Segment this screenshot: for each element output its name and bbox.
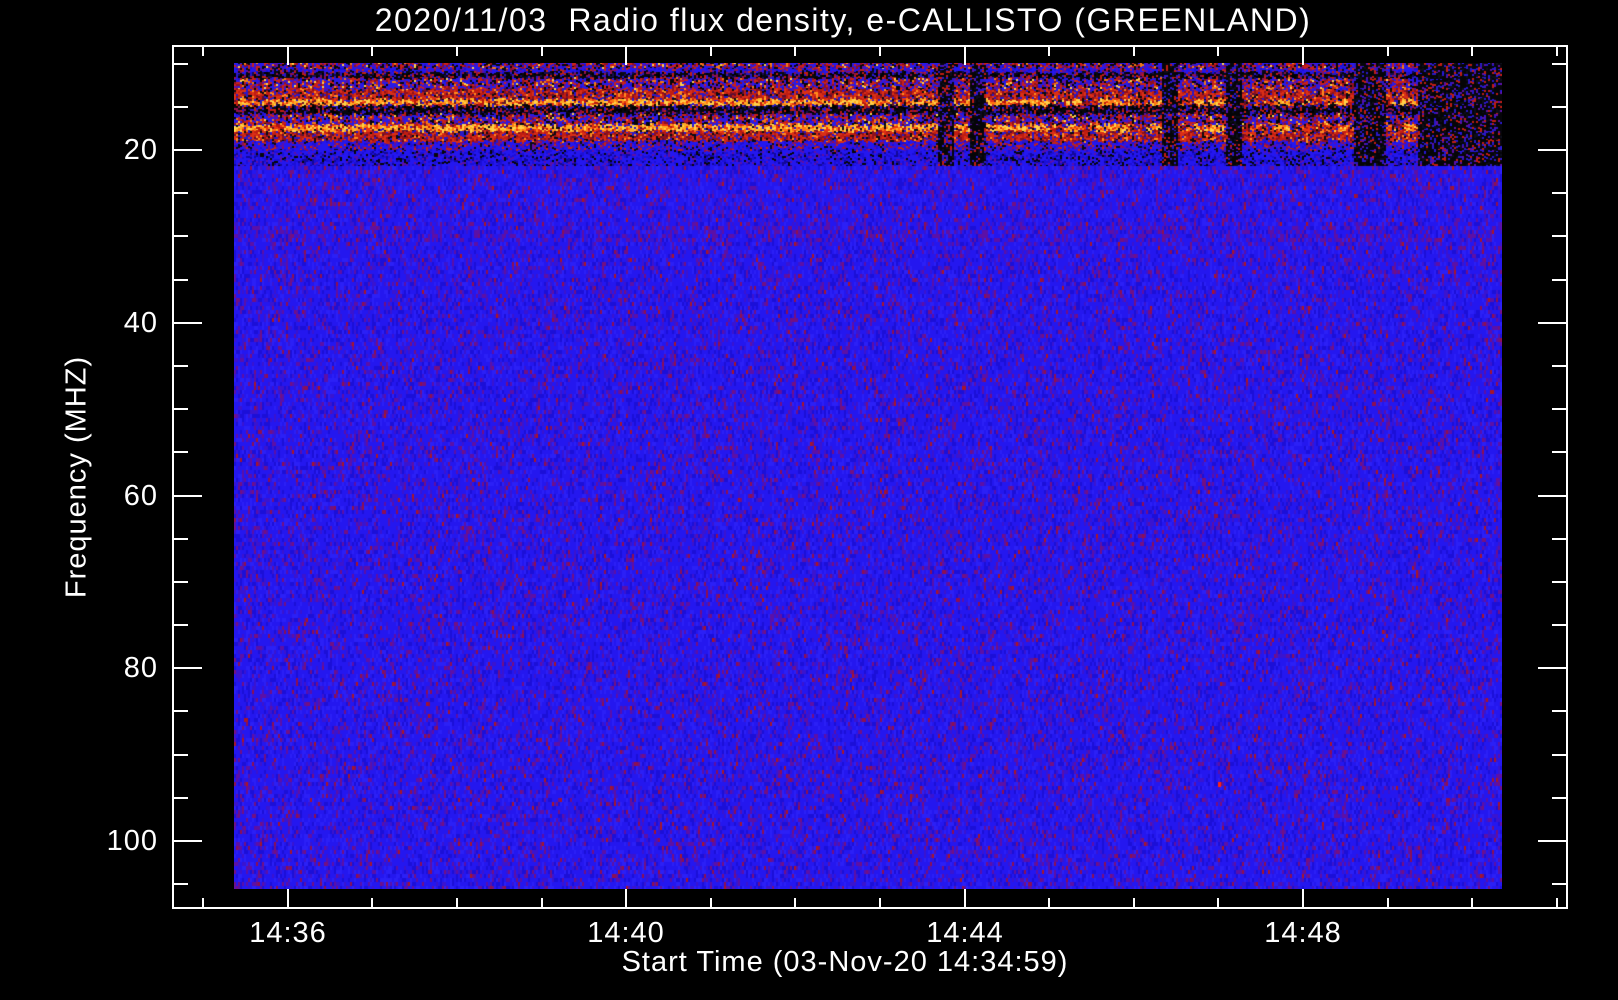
y-minor-tick [1552, 797, 1566, 799]
x-major-tick [287, 47, 289, 65]
x-minor-tick [879, 898, 881, 907]
y-minor-tick [174, 106, 188, 108]
x-minor-tick [1387, 47, 1389, 56]
x-minor-tick [879, 47, 881, 56]
y-minor-tick [174, 451, 188, 453]
x-minor-tick [1217, 898, 1219, 907]
x-minor-tick [1471, 47, 1473, 56]
x-minor-tick [202, 47, 204, 56]
x-major-tick [625, 47, 627, 65]
y-minor-tick [1552, 192, 1566, 194]
y-minor-tick [1552, 754, 1566, 756]
x-minor-tick [1471, 898, 1473, 907]
x-axis-title: Start Time (03-Nov-20 14:34:59) [621, 946, 1069, 978]
y-minor-tick [1552, 883, 1566, 885]
y-major-tick [1538, 840, 1566, 842]
y-minor-tick [1552, 63, 1566, 65]
y-minor-tick [174, 63, 188, 65]
x-minor-tick [1556, 898, 1558, 907]
x-minor-tick [371, 898, 373, 907]
y-minor-tick [174, 754, 188, 756]
x-major-tick [1302, 47, 1304, 65]
y-minor-tick [174, 581, 188, 583]
x-major-tick [1302, 889, 1304, 907]
y-minor-tick [174, 538, 188, 540]
y-minor-tick [174, 235, 188, 237]
x-minor-tick [371, 47, 373, 56]
x-tick-label: 14:48 [1264, 917, 1342, 949]
x-minor-tick [456, 898, 458, 907]
y-minor-tick [1552, 624, 1566, 626]
y-tick-label: 40 [123, 307, 158, 339]
y-minor-tick [1552, 235, 1566, 237]
y-minor-tick [1552, 408, 1566, 410]
plot-frame [172, 45, 1568, 909]
y-tick-label: 100 [106, 825, 158, 857]
y-axis-title: Frequency (MHZ) [60, 355, 93, 599]
x-minor-tick [794, 898, 796, 907]
y-minor-tick [1552, 279, 1566, 281]
x-minor-tick [1048, 898, 1050, 907]
x-tick-label: 14:36 [249, 917, 327, 949]
x-minor-tick [541, 47, 543, 56]
y-major-tick [1538, 322, 1566, 324]
y-tick-label: 20 [123, 134, 158, 166]
x-minor-tick [1048, 47, 1050, 56]
y-minor-tick [1552, 451, 1566, 453]
x-minor-tick [456, 47, 458, 56]
y-major-tick [1538, 667, 1566, 669]
x-minor-tick [202, 898, 204, 907]
x-minor-tick [1217, 47, 1219, 56]
chart-title: 2020/11/03 Radio flux density, e-CALLIST… [374, 2, 1312, 38]
y-minor-tick [174, 883, 188, 885]
x-minor-tick [541, 898, 543, 907]
y-tick-label: 80 [123, 652, 158, 684]
x-minor-tick [710, 47, 712, 56]
x-minor-tick [1556, 47, 1558, 56]
x-minor-tick [794, 47, 796, 56]
x-minor-tick [1133, 898, 1135, 907]
y-minor-tick [1552, 581, 1566, 583]
y-major-tick [1538, 149, 1566, 151]
y-major-tick [174, 322, 202, 324]
y-minor-tick [174, 797, 188, 799]
y-major-tick [1538, 495, 1566, 497]
y-minor-tick [1552, 365, 1566, 367]
spectrogram-window: 2020/11/03 Radio flux density, e-CALLIST… [0, 0, 1618, 1000]
y-minor-tick [174, 624, 188, 626]
x-major-tick [964, 47, 966, 65]
y-major-tick [174, 149, 202, 151]
y-minor-tick [174, 192, 188, 194]
y-minor-tick [1552, 710, 1566, 712]
y-minor-tick [174, 365, 188, 367]
y-minor-tick [174, 408, 188, 410]
x-major-tick [287, 889, 289, 907]
y-major-tick [174, 495, 202, 497]
y-major-tick [174, 840, 202, 842]
x-minor-tick [710, 898, 712, 907]
y-minor-tick [174, 279, 188, 281]
x-major-tick [625, 889, 627, 907]
y-minor-tick [174, 710, 188, 712]
y-major-tick [174, 667, 202, 669]
y-minor-tick [1552, 538, 1566, 540]
x-minor-tick [1387, 898, 1389, 907]
y-minor-tick [1552, 106, 1566, 108]
x-minor-tick [1133, 47, 1135, 56]
x-major-tick [964, 889, 966, 907]
